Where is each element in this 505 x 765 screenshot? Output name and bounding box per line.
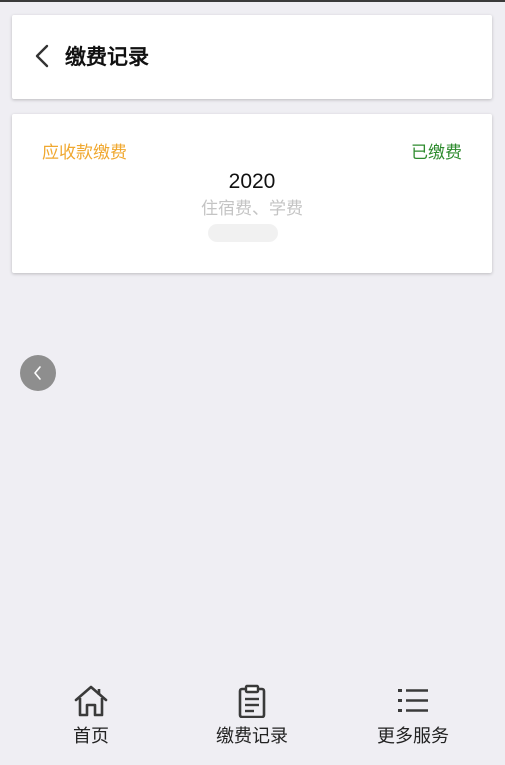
chevron-left-icon: [34, 366, 41, 380]
list-icon: [398, 689, 428, 712]
payment-record-card[interactable]: 应收款缴费 已缴费 2020 住宿费、学费: [12, 114, 492, 273]
tab-home-label: 首页: [73, 726, 109, 747]
tab-home[interactable]: 首页: [51, 672, 131, 762]
top-edge-line: [0, 0, 505, 2]
back-arrow-icon[interactable]: [34, 43, 50, 69]
tab-more-services-label: 更多服务: [377, 726, 449, 747]
tab-payment-records-label: 缴费记录: [216, 726, 288, 747]
fee-type-label: 应收款缴费: [42, 143, 127, 163]
placeholder-smudge: [208, 224, 278, 242]
payment-status-badge: 已缴费: [411, 143, 462, 163]
clipboard-icon: [238, 684, 266, 718]
fee-items: 住宿费、学费: [201, 199, 303, 219]
tab-payment-records[interactable]: 缴费记录: [202, 672, 302, 762]
page-title: 缴费记录: [65, 45, 149, 69]
bottom-tab-bar: 首页 缴费记录 更多服务: [0, 672, 505, 765]
tab-more-services[interactable]: 更多服务: [363, 672, 463, 762]
header-bar: 缴费记录: [12, 15, 492, 99]
fee-year: 2020: [228, 170, 276, 193]
home-icon: [74, 685, 108, 717]
floating-back-button[interactable]: [20, 355, 56, 391]
